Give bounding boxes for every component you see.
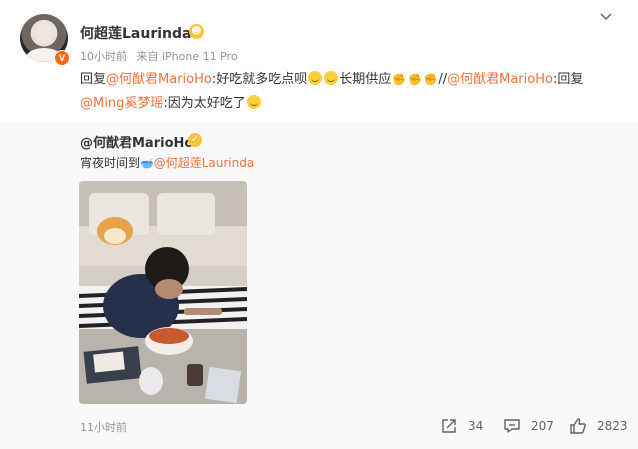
retweet-username[interactable]: @何猷君MarioHo — [80, 132, 193, 151]
share-button[interactable]: 34 — [440, 417, 483, 435]
fist-emoji-icon: ✊ — [423, 73, 438, 86]
thumbs-up-icon — [570, 418, 586, 434]
mention-mario[interactable]: @何猷君MarioHo — [106, 72, 212, 87]
text-reply: 回复 — [80, 72, 107, 87]
text-separator: // — [438, 72, 448, 87]
retweet-text: 宵夜时间到🥣@何超莲Laurinda — [80, 154, 254, 171]
text-segment: :因为太好吃了 — [163, 96, 246, 111]
fist-emoji-icon: ✊ — [407, 73, 422, 86]
retweet-block[interactable]: @何猷君MarioHo ✓ 宵夜时间到🥣@何超莲Laurinda 11小时前 3… — [0, 121, 638, 449]
retweet-time[interactable]: 11小时前 — [80, 419, 127, 435]
avatar-face — [36, 22, 52, 44]
post-username[interactable]: 何超莲Laurinda — [80, 23, 191, 43]
like-count: 2823 — [597, 419, 628, 433]
mention-ming[interactable]: @Ming奚梦瑶 — [80, 96, 163, 111]
text-reply: :回复 — [552, 72, 584, 87]
retweet-text-segment: 宵夜时间到 — [80, 156, 141, 170]
retweet-photo[interactable] — [79, 181, 247, 404]
grin-emoji-icon — [246, 95, 261, 109]
text-segment: 长期供应 — [339, 72, 392, 87]
mention-laurinda[interactable]: @何超莲Laurinda — [154, 156, 255, 170]
fist-emoji-icon: ✊ — [392, 73, 406, 86]
bowl-emoji-icon: 🥣 — [140, 157, 154, 170]
share-icon — [442, 419, 456, 433]
comment-icon — [504, 419, 520, 433]
comment-button[interactable]: 207 — [503, 417, 554, 435]
smile-emoji-icon — [324, 71, 339, 85]
chevron-down-icon[interactable] — [600, 11, 612, 23]
weibo-post: V 何超莲Laurinda ☻ 10小时前 来自 iPhone 11 Pro 回… — [0, 0, 638, 449]
post-meta: 10小时前 来自 iPhone 11 Pro — [80, 48, 244, 64]
smile-emoji-icon — [308, 71, 323, 85]
share-count: 34 — [468, 419, 484, 433]
post-time[interactable]: 10小时前 — [80, 50, 127, 63]
post-text: 回复@何猷君MarioHo:好吃就多吃点呗 长期供应✊ ✊ ✊//@何猷君MarioH… — [80, 68, 625, 116]
like-button[interactable]: 2823 — [569, 417, 628, 435]
photo-illustration — [79, 181, 247, 404]
mention-mario[interactable]: @何猷君MarioHo — [447, 72, 553, 87]
verified-v-icon: V — [54, 50, 70, 66]
verified-gold-icon: ✓ — [188, 133, 202, 147]
text-segment: :好吃就多吃点呗 — [211, 72, 308, 87]
post-source: 来自 iPhone 11 Pro — [136, 50, 238, 63]
fan-badge-icon: ☻ — [189, 24, 204, 39]
comment-count: 207 — [531, 419, 554, 433]
